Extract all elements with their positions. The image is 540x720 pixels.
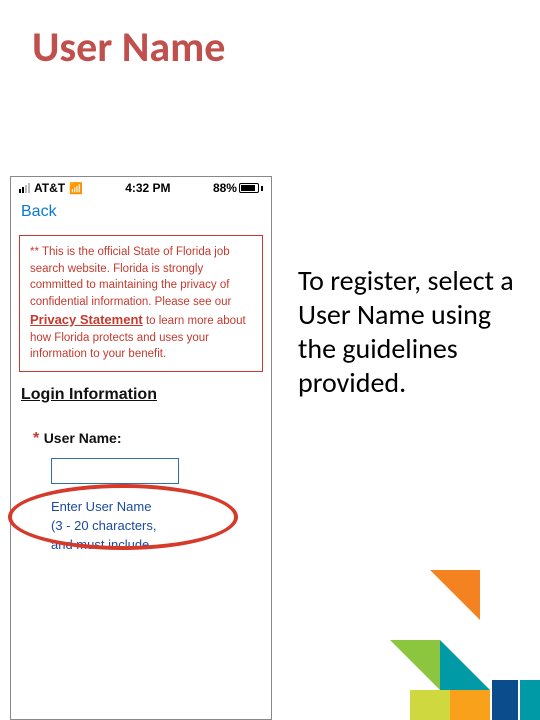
required-asterisk: * bbox=[33, 430, 39, 447]
wifi-icon: 📶 bbox=[69, 182, 83, 195]
username-field-block: * User Name: Enter User Name (3 - 20 cha… bbox=[33, 430, 261, 555]
battery-pct: 88% bbox=[213, 181, 237, 195]
battery-indicator: 88% bbox=[213, 181, 263, 195]
battery-icon bbox=[239, 183, 259, 193]
carrier-label: AT&T bbox=[34, 181, 65, 195]
section-login-information: Login Information bbox=[21, 386, 261, 404]
privacy-statement-link[interactable]: Privacy Statement bbox=[30, 312, 143, 327]
status-bar: AT&T 📶 4:32 PM 88% bbox=[11, 177, 271, 197]
username-input[interactable] bbox=[51, 458, 179, 484]
page-title: User Name bbox=[32, 22, 225, 73]
username-label: User Name: bbox=[44, 430, 122, 446]
status-left: AT&T 📶 bbox=[19, 181, 83, 195]
back-button[interactable]: Back bbox=[21, 203, 57, 220]
decorative-corner-graphic bbox=[360, 570, 540, 720]
clock: 4:32 PM bbox=[125, 181, 170, 195]
username-hint: Enter User Name (3 - 20 characters, and … bbox=[51, 498, 161, 555]
phone-screenshot: AT&T 📶 4:32 PM 88% Back ** This is the o… bbox=[10, 176, 272, 720]
signal-icon bbox=[19, 183, 30, 193]
notice-text-1: ** This is the official State of Florida… bbox=[30, 246, 231, 308]
nav-bar: Back bbox=[11, 197, 271, 229]
privacy-notice: ** This is the official State of Florida… bbox=[19, 235, 263, 372]
instruction-text: To register, select a User Name using th… bbox=[298, 264, 520, 401]
